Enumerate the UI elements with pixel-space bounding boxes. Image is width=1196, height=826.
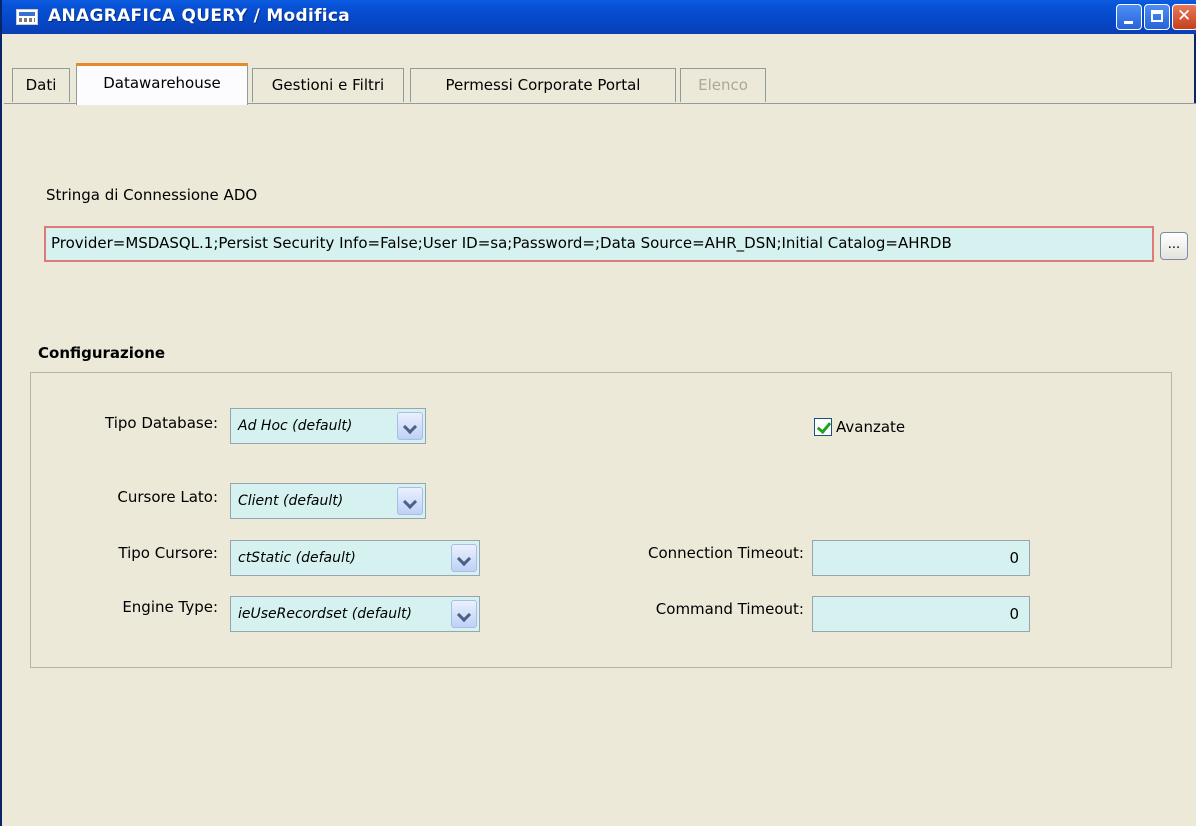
app-icon bbox=[16, 9, 38, 25]
close-button[interactable] bbox=[1172, 4, 1196, 30]
tipo-database-select[interactable]: Ad Hoc (default) bbox=[230, 408, 426, 444]
cursore-lato-label: Cursore Lato: bbox=[117, 488, 218, 506]
window-title: ANAGRAFICA QUERY / Modifica bbox=[48, 6, 351, 26]
engine-type-select[interactable]: ieUseRecordset (default) bbox=[230, 596, 480, 632]
configuration-group-title: Configurazione bbox=[38, 344, 166, 362]
tab-strip: Dati Datawarehouse Gestioni e Filtri Per… bbox=[4, 34, 1196, 105]
tab-elenco: Elenco bbox=[680, 68, 766, 102]
cursore-lato-value: Client (default) bbox=[238, 493, 344, 509]
command-timeout-input[interactable]: 0 bbox=[812, 596, 1030, 632]
tipo-database-label: Tipo Database: bbox=[105, 414, 218, 432]
chevron-down-icon[interactable] bbox=[397, 412, 423, 440]
tab-gestioni-filtri[interactable]: Gestioni e Filtri bbox=[252, 68, 404, 102]
chevron-down-icon[interactable] bbox=[451, 544, 477, 572]
connection-string-label: Stringa di Connessione ADO bbox=[46, 186, 258, 204]
tipo-cursore-value: ctStatic (default) bbox=[238, 550, 356, 566]
connection-timeout-input[interactable]: 0 bbox=[812, 540, 1030, 576]
chevron-down-icon[interactable] bbox=[451, 600, 477, 628]
maximize-button[interactable] bbox=[1144, 4, 1170, 30]
engine-type-value: ieUseRecordset (default) bbox=[238, 606, 412, 622]
title-bar[interactable]: ANAGRAFICA QUERY / Modifica bbox=[2, 0, 1196, 34]
tipo-database-value: Ad Hoc (default) bbox=[238, 418, 353, 434]
command-timeout-label: Command Timeout: bbox=[655, 600, 804, 618]
tab-permessi-corporate-portal[interactable]: Permessi Corporate Portal bbox=[410, 68, 676, 102]
tipo-cursore-label: Tipo Cursore: bbox=[118, 544, 218, 562]
app-window: ANAGRAFICA QUERY / Modifica Dati Datawar… bbox=[0, 0, 1196, 826]
connection-timeout-label: Connection Timeout: bbox=[648, 544, 804, 562]
connection-string-input[interactable]: Provider=MSDASQL.1;Persist Security Info… bbox=[44, 226, 1154, 262]
cursore-lato-select[interactable]: Client (default) bbox=[230, 483, 426, 519]
tab-datawarehouse[interactable]: Datawarehouse bbox=[76, 63, 248, 105]
tab-dati[interactable]: Dati bbox=[12, 68, 70, 102]
chevron-down-icon[interactable] bbox=[397, 487, 423, 515]
browse-connection-button[interactable]: ... bbox=[1160, 232, 1188, 260]
tipo-cursore-select[interactable]: ctStatic (default) bbox=[230, 540, 480, 576]
avanzate-checkbox[interactable] bbox=[814, 418, 832, 436]
avanzate-label[interactable]: Avanzate bbox=[836, 418, 905, 436]
engine-type-label: Engine Type: bbox=[122, 598, 218, 616]
minimize-button[interactable] bbox=[1116, 4, 1142, 30]
